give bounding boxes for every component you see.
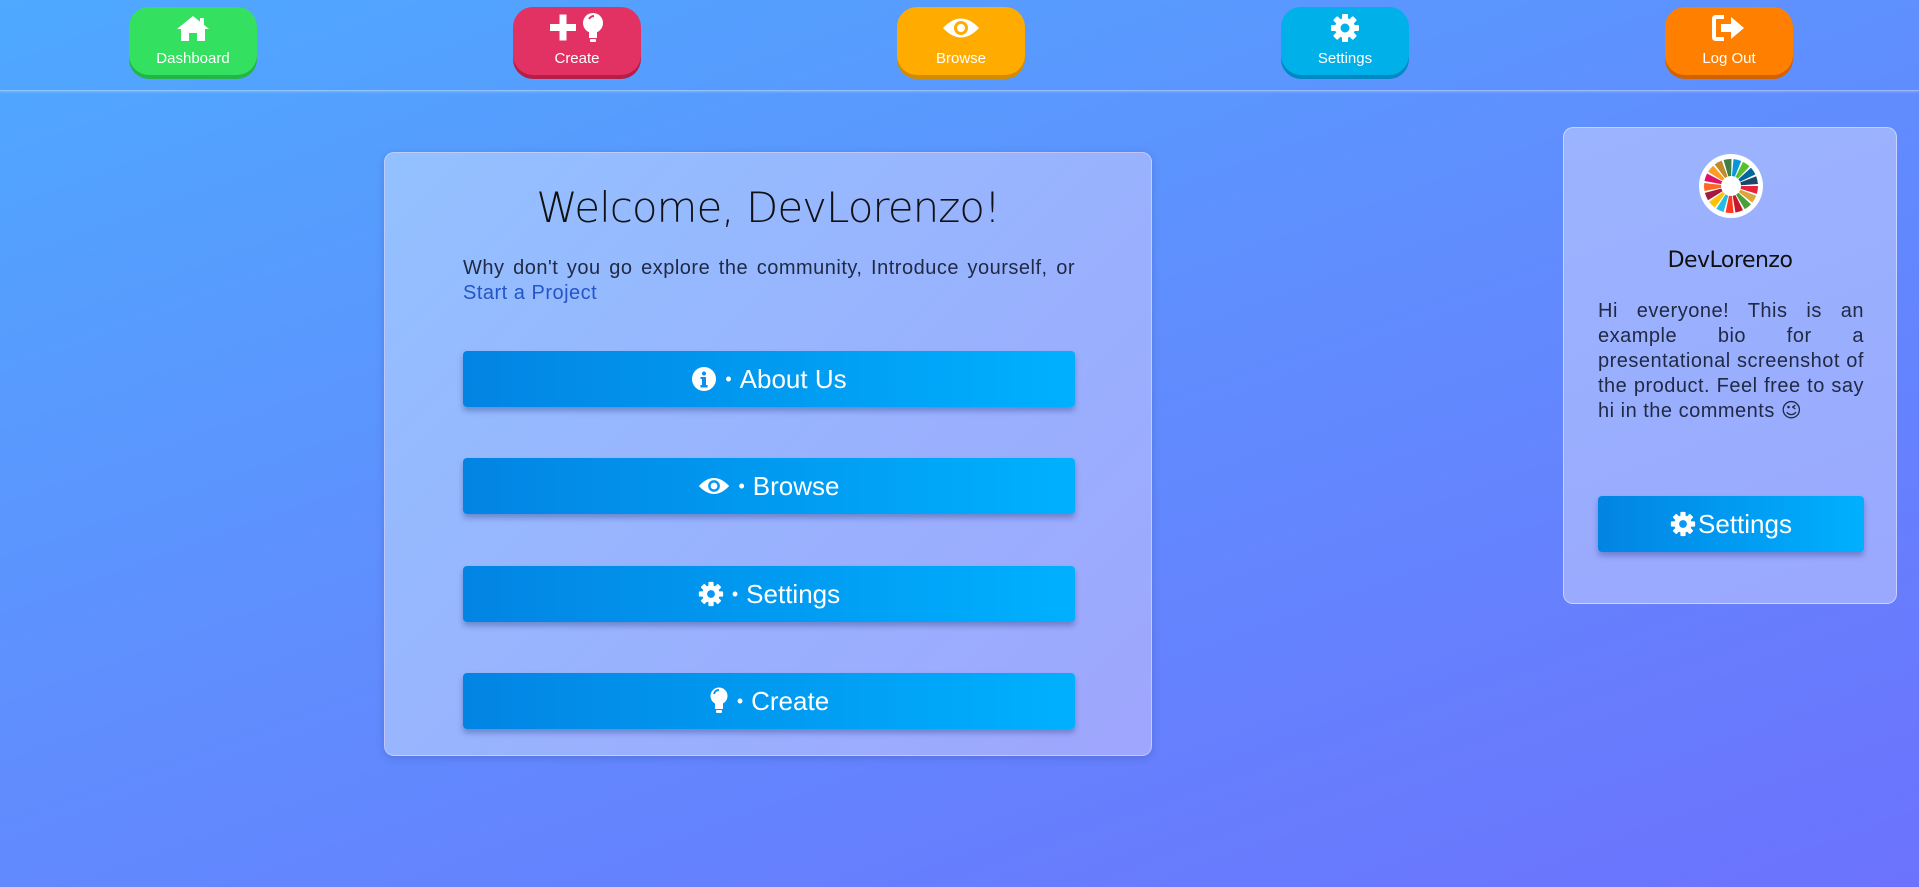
lightbulb-icon (709, 687, 729, 715)
nav-settings-button[interactable]: Settings (1281, 7, 1409, 75)
profile-bio: Hi everyone! This is an example bio for … (1598, 300, 1864, 422)
welcome-intro-text: Why don't you go explore the community, … (463, 257, 1075, 279)
welcome-card: Welcome, DevLorenzo! Why don't you go ex… (384, 152, 1152, 756)
settings-button[interactable]: • Settings (463, 566, 1075, 622)
separator-dot: • (736, 690, 744, 711)
plus-lightbulb-icon (513, 13, 641, 43)
nav-dashboard-label: Dashboard (156, 50, 230, 67)
nav-create-label: Create (554, 50, 600, 67)
sign-out-icon (1665, 13, 1793, 43)
profile-username: DevLorenzo (1667, 248, 1793, 273)
profile-settings-button[interactable]: Settings (1598, 496, 1864, 552)
nav-dashboard-button[interactable]: Dashboard (129, 7, 257, 75)
welcome-intro: Why don't you go explore the community, … (463, 256, 1075, 306)
gear-icon (1670, 511, 1696, 537)
nav-browse-label: Browse (935, 50, 987, 67)
create-button[interactable]: • Create (463, 673, 1075, 729)
nav-browse-button[interactable]: Browse (897, 7, 1025, 75)
separator-dot: • (738, 475, 745, 496)
info-circle-icon (691, 366, 717, 392)
welcome-title: Welcome, DevLorenzo! (536, 183, 1001, 232)
settings-label: Settings (746, 578, 841, 609)
separator-dot: • (725, 368, 732, 389)
nav-logout-button[interactable]: Log Out (1665, 7, 1793, 75)
nav-create-button[interactable]: Create (513, 7, 641, 75)
browse-label: Browse (752, 470, 840, 501)
about-us-button[interactable]: • About Us (463, 351, 1075, 407)
browse-button[interactable]: • Browse (463, 458, 1075, 514)
separator-dot: • (731, 583, 739, 604)
eye-icon (897, 13, 1025, 43)
start-project-link[interactable]: Start a Project (463, 282, 597, 304)
create-label: Create (751, 685, 830, 716)
about-us-label: About Us (739, 363, 847, 394)
nav-settings-label: Settings (1317, 50, 1373, 67)
profile-settings-label: Settings (1698, 508, 1792, 539)
nav-logout-label: Log Out (1702, 50, 1756, 67)
gear-icon (1281, 13, 1409, 43)
gear-icon (698, 581, 724, 607)
avatar[interactable] (1699, 154, 1763, 218)
eye-icon (698, 475, 730, 497)
home-icon (129, 13, 257, 43)
top-nav: Dashboard Create Browse Settings Log Out (0, 0, 1919, 91)
profile-card: DevLorenzo Hi everyone! This is an examp… (1563, 127, 1897, 604)
color-wheel-avatar (1702, 157, 1760, 215)
